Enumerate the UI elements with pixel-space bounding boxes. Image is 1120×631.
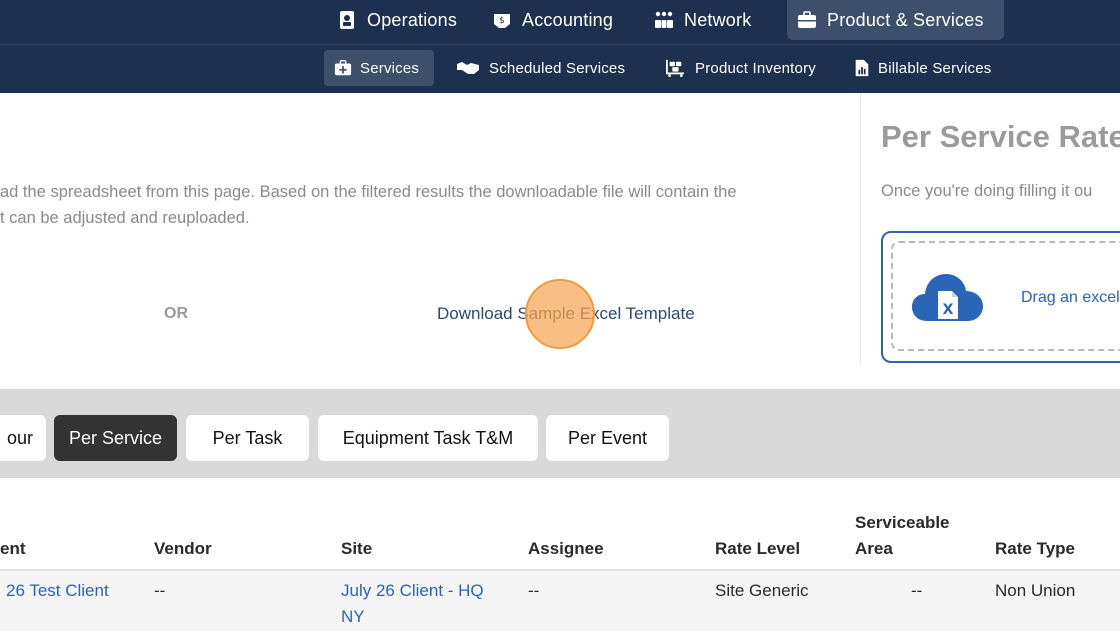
row-site-link[interactable]: July 26 Client - HQ NY [341, 578, 484, 630]
tab-per-task[interactable]: Per Task [186, 415, 309, 461]
handshake-icon [457, 62, 479, 74]
nav-operations-label: Operations [367, 9, 458, 30]
tab-per-task-label: Per Task [212, 427, 283, 448]
header-serviceable-area-line-2: Area [855, 539, 893, 558]
row-site-line-2: NY [341, 607, 365, 626]
tab-per-service[interactable]: Per Service [54, 415, 177, 461]
panel-divider [860, 93, 861, 365]
header-serviceable-area[interactable]: Serviceable Area [855, 510, 950, 562]
dropzone-dashed-border: X Drag an excel f [891, 241, 1120, 351]
tab-per-service-label: Per Service [68, 427, 163, 448]
excel-dropzone[interactable]: X Drag an excel f [881, 231, 1120, 363]
money-icon: $ [494, 14, 510, 28]
header-client[interactable]: ent [0, 536, 26, 562]
rates-table: ent Vendor Site Assignee Rate Level Serv… [0, 478, 1120, 631]
rate-type-tabs: our Per Service Per Task Equipment Task … [0, 389, 1120, 478]
drag-excel-text: Drag an excel f [1021, 289, 1120, 306]
row-site-line-1: July 26 Client - HQ [341, 581, 484, 600]
or-separator: OR [164, 305, 188, 322]
header-site[interactable]: Site [341, 536, 372, 562]
row-rate-level: Site Generic [715, 581, 809, 600]
per-service-rate-title: Per Service Rate [881, 119, 1120, 154]
subnav-services[interactable]: Services [324, 50, 434, 86]
sub-navigation: Services Scheduled Services Product Inve… [0, 44, 1120, 93]
tab-per-event[interactable]: Per Event [546, 415, 669, 461]
tab-per-event-label: Per Event [567, 427, 648, 448]
excel-cloud-icon: X [912, 274, 983, 321]
header-rate-type[interactable]: Rate Type [995, 536, 1075, 562]
medical-kit-icon [334, 60, 352, 76]
nav-accounting-label: Accounting [522, 9, 614, 30]
nav-operations[interactable]: Operations [337, 0, 457, 40]
top-navigation: Operations $ Accounting Network Product … [0, 0, 1120, 44]
upload-description-line-1: ad the spreadsheet from this page. Based… [0, 183, 737, 201]
subnav-billable-services[interactable]: Billable Services [854, 50, 991, 86]
tab-equipment-task-tm[interactable]: Equipment Task T&M [318, 415, 538, 461]
upload-description-line-2: t can be adjusted and reuploaded. [0, 209, 250, 227]
table-row [0, 571, 1120, 631]
tab-equipment-task-tm-label: Equipment Task T&M [342, 427, 514, 448]
row-serviceable-area: -- [911, 581, 923, 600]
row-rate-type: Non Union [995, 581, 1076, 600]
nav-product-services-label: Product & Services [827, 9, 984, 30]
header-rate-level[interactable]: Rate Level [715, 536, 800, 562]
svg-text:$: $ [499, 16, 505, 26]
subnav-product-inventory-label: Product Inventory [695, 59, 816, 77]
dolly-icon [666, 59, 684, 77]
header-assignee[interactable]: Assignee [528, 536, 604, 562]
subnav-scheduled-services-label: Scheduled Services [489, 59, 626, 77]
subnav-scheduled-services[interactable]: Scheduled Services [455, 50, 625, 86]
right-panel-description: Once you're doing filling it ou [881, 182, 1093, 200]
subnav-product-inventory[interactable]: Product Inventory [663, 50, 816, 86]
subnav-billable-services-label: Billable Services [878, 59, 992, 77]
nav-product-services[interactable]: Product & Services [787, 0, 1004, 40]
svg-text:X: X [943, 302, 954, 318]
row-assignee: -- [528, 581, 540, 600]
nav-network[interactable]: Network [654, 0, 751, 40]
header-serviceable-area-line-1: Serviceable [855, 513, 950, 532]
upload-description: ad the spreadsheet from this page. Based… [0, 179, 840, 231]
badge-icon [340, 11, 354, 29]
click-indicator [525, 279, 595, 349]
network-icon [655, 11, 673, 28]
tab-per-hour[interactable]: our [0, 415, 46, 461]
row-client-link[interactable]: 26 Test Client [6, 578, 109, 604]
nav-network-label: Network [684, 9, 752, 30]
report-icon [855, 59, 869, 77]
nav-accounting[interactable]: $ Accounting [492, 0, 613, 40]
briefcase-icon [798, 11, 816, 28]
header-vendor[interactable]: Vendor [154, 536, 212, 562]
subnav-services-label: Services [360, 59, 420, 77]
tab-per-hour-label: our [6, 427, 33, 448]
row-vendor: -- [154, 581, 166, 600]
